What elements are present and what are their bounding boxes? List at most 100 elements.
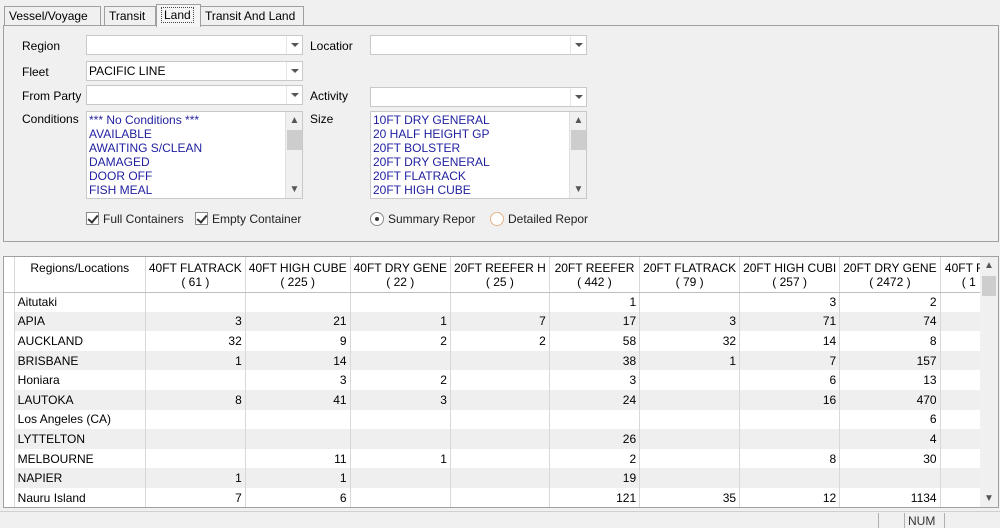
column-header[interactable]: 40FT HIGH CUBE( 225 ) bbox=[245, 257, 351, 293]
table-row[interactable]: Nauru Island 7 6 121 35 12 1134 bbox=[4, 487, 998, 507]
region-combo[interactable] bbox=[86, 35, 303, 55]
count-cell[interactable]: 35 bbox=[639, 487, 741, 507]
row-selector[interactable] bbox=[4, 429, 15, 449]
fleet-combo[interactable]: PACIFIC LINE bbox=[86, 61, 303, 81]
count-cell[interactable] bbox=[245, 409, 351, 430]
table-row[interactable]: Aitutaki 1 3 2 bbox=[4, 292, 998, 312]
radio-selected-icon[interactable] bbox=[370, 212, 384, 226]
count-cell[interactable] bbox=[450, 370, 550, 390]
list-item[interactable]: 20FT HIGH CUBE bbox=[373, 183, 568, 197]
tab-vessel-voyage[interactable]: Vessel/Voyage bbox=[4, 6, 101, 26]
count-cell[interactable] bbox=[350, 350, 451, 371]
location-cell[interactable]: Los Angeles (CA) bbox=[14, 409, 146, 430]
location-cell[interactable]: MELBOURNE bbox=[14, 448, 146, 469]
count-cell[interactable]: 30 bbox=[839, 448, 941, 469]
location-cell[interactable]: AUCKLAND bbox=[14, 331, 146, 351]
count-cell[interactable]: 157 bbox=[839, 350, 941, 371]
column-header[interactable]: 20FT DRY GENE( 2472 ) bbox=[839, 257, 941, 293]
list-item[interactable]: 20FT DRY GENERAL bbox=[373, 155, 568, 169]
chevron-up-icon[interactable]: ▲ bbox=[980, 257, 998, 274]
count-cell[interactable]: 71 bbox=[739, 311, 841, 332]
count-cell[interactable] bbox=[245, 292, 351, 312]
grid-vertical-scrollbar[interactable]: ▲ ▼ bbox=[980, 257, 998, 507]
count-cell[interactable] bbox=[350, 292, 451, 312]
table-row[interactable]: APIA 3 21 1 7 17 3 71 74 bbox=[4, 311, 998, 332]
count-cell[interactable]: 1 bbox=[350, 448, 451, 469]
row-selector[interactable] bbox=[4, 292, 15, 312]
chevron-down-icon[interactable] bbox=[286, 36, 302, 54]
summary-report-radio[interactable]: Summary Repor bbox=[370, 212, 475, 226]
table-row[interactable]: AUCKLAND 32 9 2 2 58 32 14 8 bbox=[4, 331, 998, 351]
count-cell[interactable]: 2 bbox=[549, 448, 641, 469]
location-cell[interactable]: Nauru Island bbox=[14, 487, 146, 507]
count-cell[interactable]: 41 bbox=[245, 389, 351, 410]
count-cell[interactable]: 3 bbox=[145, 311, 246, 332]
column-header[interactable]: 40FT FLATRACK( 61 ) bbox=[145, 257, 246, 293]
count-cell[interactable] bbox=[350, 487, 451, 507]
size-listbox[interactable]: 10FT DRY GENERAL 20 HALF HEIGHT GP 20FT … bbox=[370, 111, 587, 199]
count-cell[interactable]: 8 bbox=[839, 331, 941, 351]
count-cell[interactable]: 16 bbox=[739, 389, 841, 410]
row-selector[interactable] bbox=[4, 350, 15, 371]
count-cell[interactable]: 3 bbox=[549, 370, 641, 390]
list-item[interactable]: 20FT FLATRACK bbox=[373, 169, 568, 183]
list-item[interactable]: AVAILABLE bbox=[89, 127, 284, 141]
count-cell[interactable] bbox=[639, 448, 741, 469]
row-selector[interactable] bbox=[4, 370, 15, 390]
results-grid[interactable]: Regions/Locations 40FT FLATRACK( 61 ) 40… bbox=[3, 256, 999, 508]
count-cell[interactable] bbox=[145, 429, 246, 449]
row-selector[interactable] bbox=[4, 487, 15, 507]
count-cell[interactable]: 6 bbox=[839, 409, 941, 430]
chevron-down-icon[interactable] bbox=[286, 86, 302, 104]
count-cell[interactable] bbox=[739, 429, 841, 449]
count-cell[interactable]: 7 bbox=[739, 350, 841, 371]
count-cell[interactable] bbox=[350, 468, 451, 488]
count-cell[interactable]: 2 bbox=[839, 292, 941, 312]
row-selector[interactable] bbox=[4, 311, 15, 332]
count-cell[interactable] bbox=[739, 468, 841, 488]
chevron-down-icon[interactable] bbox=[570, 36, 586, 54]
count-cell[interactable]: 6 bbox=[739, 370, 841, 390]
count-cell[interactable]: 3 bbox=[245, 370, 351, 390]
count-cell[interactable] bbox=[145, 448, 246, 469]
list-item[interactable]: DOOR OFF bbox=[89, 169, 284, 183]
count-cell[interactable]: 24 bbox=[549, 389, 641, 410]
table-row[interactable]: MELBOURNE 11 1 2 8 30 bbox=[4, 448, 998, 469]
count-cell[interactable]: 4 bbox=[839, 429, 941, 449]
from-party-combo[interactable] bbox=[86, 85, 303, 105]
count-cell[interactable] bbox=[839, 468, 941, 488]
count-cell[interactable] bbox=[245, 429, 351, 449]
count-cell[interactable] bbox=[549, 409, 641, 430]
count-cell[interactable]: 32 bbox=[145, 331, 246, 351]
count-cell[interactable]: 17 bbox=[549, 311, 641, 332]
count-cell[interactable]: 2 bbox=[350, 331, 451, 351]
count-cell[interactable]: 3 bbox=[639, 311, 741, 332]
column-header[interactable]: 20FT FLATRACK( 79 ) bbox=[639, 257, 741, 293]
count-cell[interactable]: 12 bbox=[739, 487, 841, 507]
table-row[interactable]: BRISBANE 1 14 38 1 7 157 bbox=[4, 350, 998, 371]
table-row[interactable]: LYTTELTON 26 4 bbox=[4, 429, 998, 449]
count-cell[interactable]: 1 bbox=[549, 292, 641, 312]
count-cell[interactable]: 38 bbox=[549, 350, 641, 371]
column-header-locations[interactable]: Regions/Locations bbox=[14, 257, 146, 293]
count-cell[interactable] bbox=[450, 409, 550, 430]
row-selector[interactable] bbox=[4, 389, 15, 410]
count-cell[interactable]: 8 bbox=[145, 389, 246, 410]
full-containers-checkbox[interactable]: Full Containers bbox=[86, 212, 184, 226]
table-row[interactable]: NAPIER 1 1 19 bbox=[4, 468, 998, 488]
count-cell[interactable]: 2 bbox=[450, 331, 550, 351]
count-cell[interactable] bbox=[350, 409, 451, 430]
column-header[interactable]: 20FT REEFER( 442 ) bbox=[549, 257, 641, 293]
count-cell[interactable] bbox=[145, 292, 246, 312]
empty-container-checkbox[interactable]: Empty Container bbox=[195, 212, 301, 226]
location-cell[interactable]: BRISBANE bbox=[14, 350, 146, 371]
location-combo[interactable] bbox=[370, 35, 587, 55]
list-item[interactable]: *** No Conditions *** bbox=[89, 113, 284, 127]
table-row[interactable]: LAUTOKA 8 41 3 24 16 470 bbox=[4, 389, 998, 410]
count-cell[interactable]: 1 bbox=[145, 350, 246, 371]
list-item[interactable]: 20 HALF HEIGHT GP bbox=[373, 127, 568, 141]
count-cell[interactable]: 9 bbox=[245, 331, 351, 351]
scroll-thumb[interactable] bbox=[982, 276, 996, 296]
count-cell[interactable]: 1 bbox=[639, 350, 741, 371]
count-cell[interactable]: 3 bbox=[350, 389, 451, 410]
